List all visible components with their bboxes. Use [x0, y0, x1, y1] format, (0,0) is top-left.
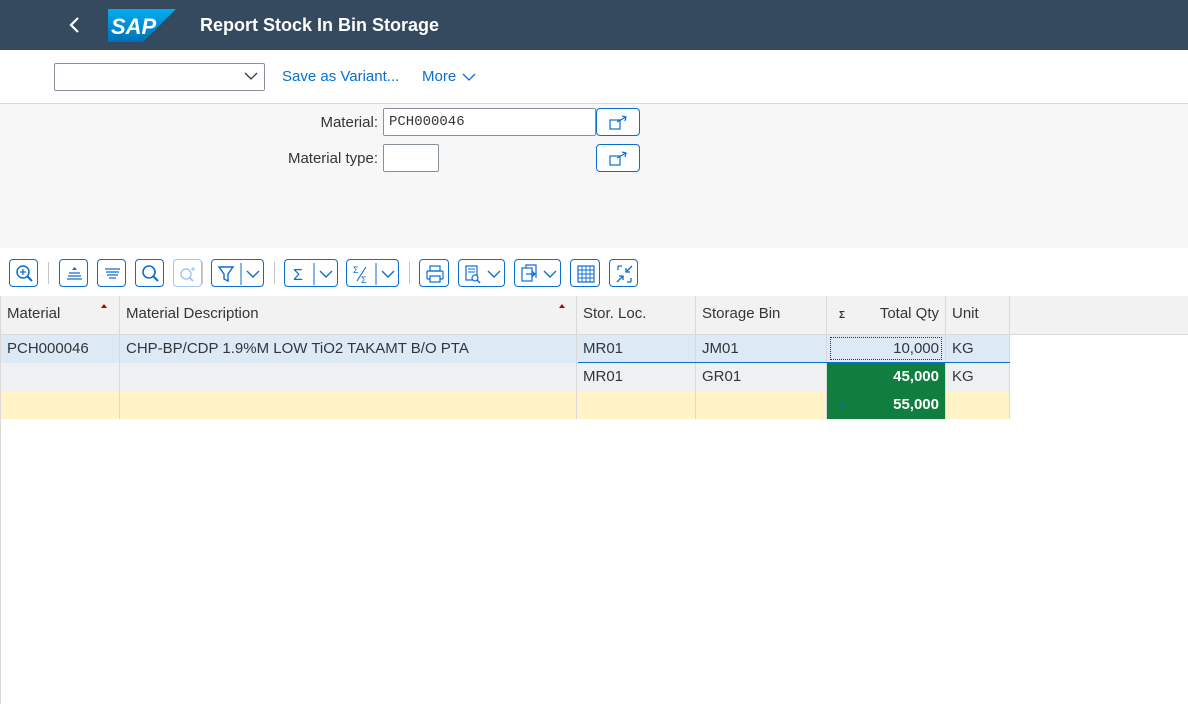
back-button[interactable]	[60, 10, 90, 40]
filter-icon	[217, 263, 260, 285]
column-header-stor-loc[interactable]: Stor. Loc.	[577, 296, 696, 334]
zoom-details-icon	[16, 265, 33, 282]
column-header-material[interactable]: Material	[1, 296, 120, 334]
cell-material[interactable]: PCH000046	[1, 335, 120, 363]
layout-grid-icon	[577, 265, 595, 283]
find-next-button[interactable]	[173, 259, 202, 287]
sap-logo[interactable]: SAP	[108, 9, 176, 42]
find-icon	[142, 265, 159, 282]
column-header-storage-bin[interactable]: Storage Bin	[696, 296, 827, 334]
exit-fullscreen-button[interactable]	[609, 259, 638, 287]
svg-text:Σ: Σ	[361, 275, 367, 285]
total-button[interactable]: Σ	[284, 259, 338, 287]
page-title: Report Stock In Bin Storage	[200, 15, 440, 35]
save-as-variant-button[interactable]: Save as Variant...	[282, 68, 399, 86]
export-icon	[521, 264, 557, 282]
column-header-total-qty[interactable]: Σ Total Qty	[827, 296, 946, 334]
svg-text:Σ: Σ	[353, 265, 359, 275]
cell-total-qty[interactable]: 45,000	[827, 363, 946, 391]
variant-select[interactable]	[54, 63, 265, 91]
selection-screen: Material: PCH000046 Material type:	[0, 104, 1188, 244]
cell-material[interactable]	[1, 363, 120, 391]
svg-text:Σ: Σ	[293, 267, 303, 284]
separator	[48, 262, 49, 284]
cell-storage-bin	[696, 391, 827, 419]
views-icon	[465, 265, 501, 284]
cell-stor-loc[interactable]: MR01	[577, 335, 696, 363]
sort-descending-button[interactable]	[97, 259, 126, 287]
column-header-label: Material Description	[126, 305, 259, 322]
logo-text: SAP	[111, 14, 157, 39]
more-label: More	[422, 68, 457, 85]
layout-button[interactable]	[570, 259, 600, 287]
separator	[274, 262, 275, 284]
material-type-multiselect-button[interactable]	[596, 144, 640, 172]
more-button[interactable]: More	[422, 68, 476, 86]
column-header-label: Material	[7, 305, 61, 322]
separator	[409, 262, 410, 284]
cell-description[interactable]: CHP-BP/CDP 1.9%M LOW TiO2 TAKAMT B/O PTA	[120, 335, 577, 363]
find-next-icon	[180, 267, 195, 282]
chevron-down-icon	[244, 72, 258, 80]
cell-storage-bin[interactable]: JM01	[696, 335, 827, 363]
print-button[interactable]	[419, 259, 449, 287]
filter-button[interactable]	[211, 259, 264, 287]
total-level-icon	[841, 404, 844, 407]
exit-fullscreen-icon	[616, 265, 633, 283]
alv-toolbar: Σ ΣΣ	[0, 248, 1188, 296]
export-button[interactable]	[514, 259, 561, 287]
multiple-selection-icon	[609, 151, 627, 166]
multiple-selection-icon	[609, 115, 627, 130]
alv-grid: Material Material Description Stor. Loc.…	[0, 296, 1188, 704]
cell-stor-loc	[577, 391, 696, 419]
separator	[202, 262, 203, 284]
sort-indicator-icon	[101, 304, 107, 308]
views-button[interactable]	[458, 259, 505, 287]
back-icon	[69, 17, 79, 33]
cell-description	[120, 391, 577, 419]
cell-storage-bin[interactable]: GR01	[696, 363, 827, 391]
cell-total-qty-sum[interactable]: 55,000	[827, 391, 946, 419]
subtotal-button[interactable]: ΣΣ	[346, 259, 399, 287]
sort-ascending-button[interactable]	[59, 259, 88, 287]
cell-unit[interactable]: KG	[946, 363, 1010, 391]
print-icon	[426, 265, 444, 283]
column-header-unit[interactable]: Unit	[946, 296, 1010, 334]
cell-material	[1, 391, 120, 419]
sort-ascending-icon	[67, 267, 82, 280]
sum-indicator-icon: Σ	[839, 310, 846, 321]
cell-unit	[946, 391, 1010, 419]
details-button[interactable]	[9, 259, 38, 287]
sort-indicator-icon	[559, 304, 565, 308]
material-type-input[interactable]	[383, 144, 439, 172]
subtotal-icon: ΣΣ	[353, 263, 395, 285]
variant-toolbar: Save as Variant... More	[0, 50, 1188, 104]
cell-focus-outline	[830, 337, 942, 360]
column-header-label: Total Qty	[879, 305, 939, 322]
cell-stor-loc[interactable]: MR01	[577, 363, 696, 391]
material-type-label: Material type:	[287, 150, 378, 167]
shell-bar: SAP Report Stock In Bin Storage	[0, 0, 1188, 50]
material-input[interactable]: PCH000046	[383, 108, 596, 136]
chevron-down-icon	[462, 73, 476, 81]
find-button[interactable]	[135, 259, 164, 287]
column-header-description[interactable]: Material Description	[120, 296, 577, 334]
material-multiselect-button[interactable]	[596, 108, 640, 136]
cell-unit[interactable]: KG	[946, 335, 1010, 363]
total-icon: Σ	[293, 263, 333, 285]
sort-descending-icon	[105, 268, 120, 279]
cell-description[interactable]	[120, 363, 577, 391]
material-label: Material:	[320, 114, 378, 131]
